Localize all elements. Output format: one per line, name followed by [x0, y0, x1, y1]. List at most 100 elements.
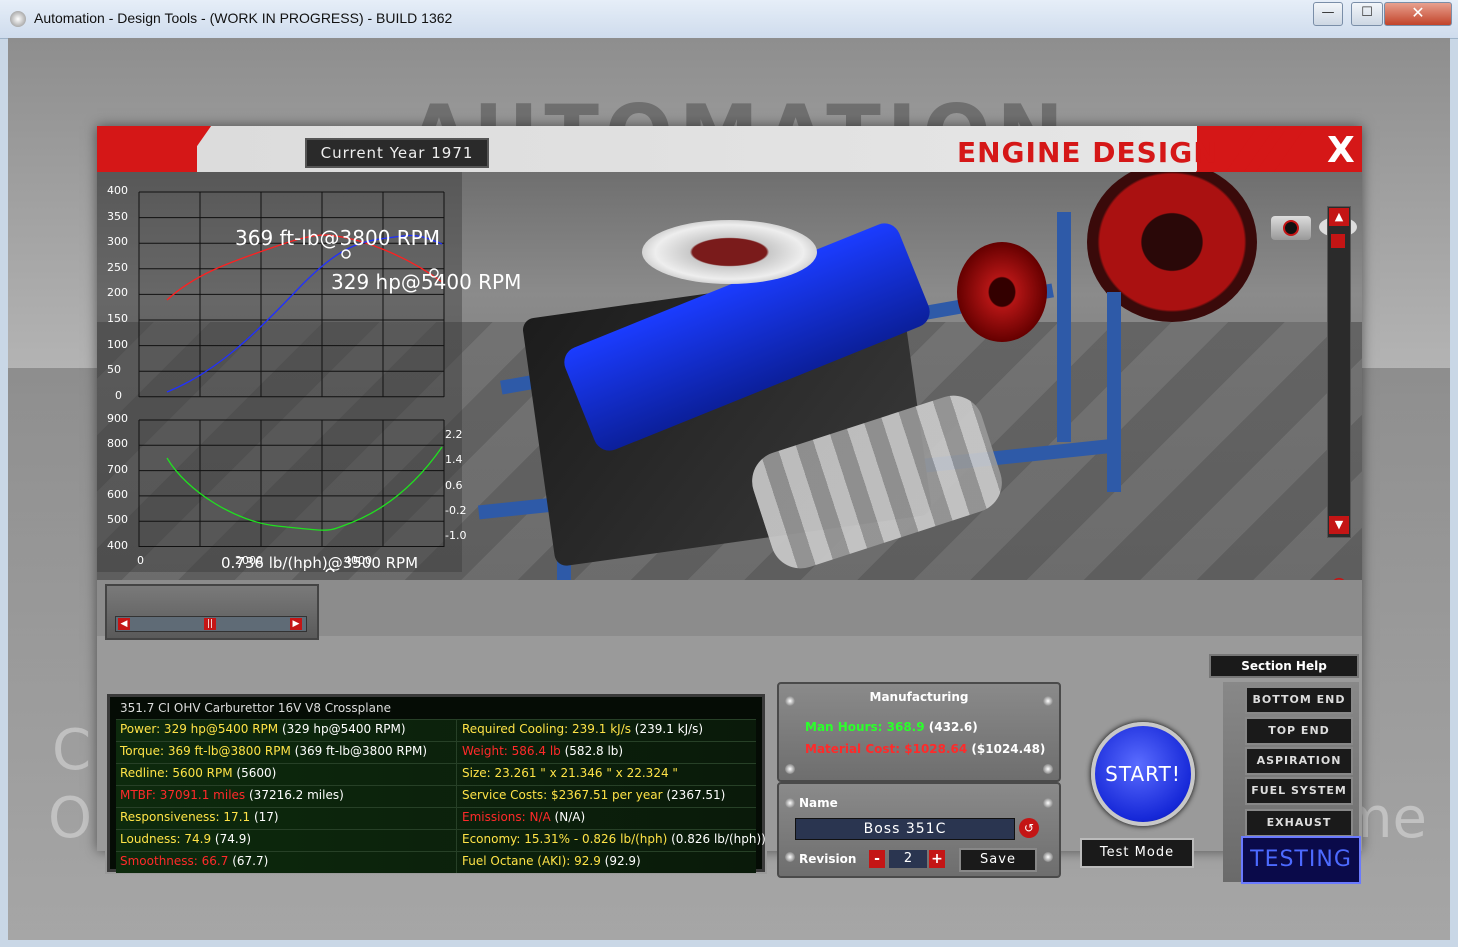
spec-row: Redline: 5600 RPM (5600) Size: 23.261 " x… [116, 763, 756, 785]
spec-right: Service Costs: $2367.51 per year (2367.5… [462, 788, 726, 802]
engine-graph: 369 ft-lb@3800 RPM 329 hp@5400 RPM 0.736… [97, 172, 521, 572]
spec-left: MTBF: 37091.1 miles (37216.2 miles) [120, 788, 344, 802]
camera-icon[interactable] [1271, 216, 1311, 240]
scroll-thumb[interactable] [1331, 234, 1345, 248]
minimize-button[interactable]: — [1313, 2, 1343, 26]
bottom-y-tick: 700 [107, 462, 128, 476]
refresh-icon[interactable]: ↺ [1019, 818, 1039, 838]
save-button[interactable]: Save [959, 848, 1037, 872]
pulley-model [957, 242, 1047, 342]
background-text-2: O [48, 786, 93, 851]
rivet [1043, 798, 1053, 808]
right-y-tick: -1.0 [445, 529, 467, 543]
mini-slider-widget: ◀ || ▶ [105, 584, 319, 640]
top-y-tick: 300 [107, 235, 128, 249]
game-viewport: AUTOMATION C O me Current Year 1971 ENGI… [8, 38, 1450, 940]
scroll-down-button[interactable]: ▼ [1329, 516, 1349, 534]
section-help-button[interactable]: Section Help [1209, 654, 1359, 678]
mini-slider-track[interactable]: ◀ || ▶ [115, 616, 307, 632]
view-scrollbar[interactable] [1327, 206, 1351, 538]
spec-divider [456, 720, 457, 741]
spec-left: Torque: 369 ft-lb@3800 RPM (369 ft-lb@38… [120, 744, 428, 758]
revision-value: 2 [889, 850, 927, 868]
top-y-tick: 50 [107, 363, 121, 377]
top-y-tick: 350 [107, 209, 128, 223]
spec-divider [456, 786, 457, 807]
spec-divider [456, 808, 457, 829]
power-peak-label: 329 hp@5400 RPM [331, 270, 522, 294]
mini-left-button[interactable]: ◀ [118, 618, 130, 630]
x-tick: 0 [137, 554, 144, 567]
spec-row: MTBF: 37091.1 miles (37216.2 miles) Servi… [116, 785, 756, 807]
x-tick: 4000 [344, 554, 372, 567]
spec-row: Torque: 369 ft-lb@3800 RPM (369 ft-lb@38… [116, 741, 756, 763]
revision-decrement-button[interactable]: - [869, 850, 885, 868]
panel-header: Current Year 1971 ENGINE DESIGN X [97, 126, 1362, 172]
spec-left: Power: 329 hp@5400 RPM (329 hp@5400 RPM) [120, 722, 406, 736]
right-y-tick: 1.4 [445, 453, 463, 467]
engine-name-input[interactable]: Boss 351C [795, 818, 1015, 840]
stand-frame-bar [1107, 292, 1121, 492]
spec-divider [456, 742, 457, 763]
section-fuel-system[interactable]: FUEL SYSTEM [1245, 777, 1353, 805]
section-exhaust[interactable]: EXHAUST [1245, 809, 1353, 837]
air-cleaner-model [642, 220, 817, 284]
manufacturing-title: Manufacturing [869, 690, 969, 704]
section-top-end[interactable]: TOP END [1245, 717, 1353, 745]
rivet [1043, 852, 1053, 862]
mini-right-button[interactable]: ▶ [290, 618, 302, 630]
spec-right: Economy: 15.31% - 0.826 lb/(hph) (0.826 … [462, 832, 766, 846]
bottom-y-tick: 500 [107, 513, 128, 527]
top-y-tick: 400 [107, 184, 128, 197]
x-tick: 2000 [235, 554, 263, 567]
background-text-1: C [52, 718, 92, 783]
spec-left: Smoothness: 66.7 (67.7) [120, 854, 269, 868]
spec-right: Weight: 586.4 lb (582.8 lb) [462, 744, 624, 758]
scroll-up-button[interactable]: ▲ [1329, 208, 1349, 226]
bottom-y-tick: 800 [107, 437, 128, 451]
specs-grid: Power: 329 hp@5400 RPM (329 hp@5400 RPM)… [116, 719, 766, 873]
spec-row: Smoothness: 66.7 (67.7) Fuel Octane (AKI)… [116, 851, 756, 873]
power-curve [166, 234, 443, 393]
bottom-y-tick: 400 [107, 538, 128, 552]
bottom-y-tick: 900 [107, 412, 128, 425]
bottom-strip: ◀ || ▶ [97, 580, 1362, 640]
section-bottom-end[interactable]: BOTTOM END [1245, 686, 1353, 714]
rivet [785, 764, 795, 774]
panel-close-button[interactable]: X [1327, 130, 1355, 171]
window-close-button[interactable]: ✕ [1384, 2, 1452, 26]
economy-curve [166, 446, 443, 531]
spec-divider [456, 852, 457, 873]
section-aspiration[interactable]: ASPIRATION [1245, 747, 1353, 775]
top-y-tick: 150 [107, 312, 128, 325]
right-y-tick: 0.6 [445, 478, 463, 492]
rivet [1043, 764, 1053, 774]
mini-handle[interactable]: || [204, 618, 216, 630]
test-mode-button[interactable]: Test Mode [1080, 838, 1194, 868]
top-y-tick: 0 [115, 388, 122, 402]
spec-right: Size: 23.261 " x 21.346 " x 22.324 " [462, 766, 678, 780]
spec-left: Responsiveness: 17.1 (17) [120, 810, 279, 824]
right-y-tick: 2.2 [445, 428, 463, 441]
page-title: ENGINE DESIGN [957, 136, 1218, 169]
spec-right: Emissions: N/A (N/A) [462, 810, 586, 824]
top-graph-grid [138, 191, 445, 398]
spec-left: Loudness: 74.9 (74.9) [120, 832, 252, 846]
stand-frame-bar [1057, 212, 1071, 442]
top-y-tick: 200 [107, 286, 128, 300]
man-hours: Man Hours: 368.9 (432.6) [805, 720, 978, 734]
engine-design-panel: Current Year 1971 ENGINE DESIGN X 369 ft… [97, 126, 1362, 884]
spec-right: Fuel Octane (AKI): 92.9 (92.9) [462, 854, 641, 868]
torque-peak-label: 369 ft-lb@3800 RPM [235, 226, 440, 250]
app-icon [10, 11, 26, 27]
rivet [785, 852, 795, 862]
start-button[interactable]: START! [1091, 722, 1195, 826]
spec-divider [456, 764, 457, 785]
spec-divider [456, 830, 457, 851]
top-y-tick: 250 [107, 260, 128, 274]
revision-label: Revision [799, 852, 857, 866]
maximize-button[interactable]: ☐ [1351, 2, 1383, 26]
revision-increment-button[interactable]: + [929, 850, 945, 868]
section-testing[interactable]: TESTING [1241, 836, 1361, 884]
manufacturing-panel: Manufacturing Man Hours: 368.9 (432.6) M… [777, 682, 1061, 782]
